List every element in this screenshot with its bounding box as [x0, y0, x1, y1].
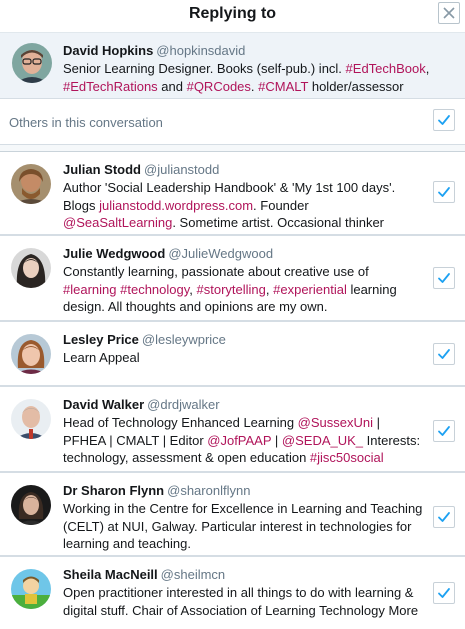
close-icon	[443, 7, 455, 19]
bio-link[interactable]: #CMALT	[258, 79, 308, 94]
user-handle[interactable]: @lesleywprice	[142, 332, 226, 347]
bio-text: Head of Technology Enhanced Learning	[63, 415, 298, 430]
bio-link[interactable]: #EdTechBook	[346, 61, 426, 76]
avatar	[11, 164, 51, 204]
list-item: Sheila MacNeill @sheilmcn Open practition…	[0, 557, 465, 629]
bio-text: Working in the Centre for Excellence in …	[63, 501, 423, 551]
user-bio: Constantly learning, passionate about cr…	[63, 263, 425, 316]
avatar	[11, 569, 51, 609]
user-checkbox[interactable]	[433, 181, 455, 203]
user-bio: Learn Appeal	[63, 349, 425, 367]
user-handle[interactable]: @drdjwalker	[147, 397, 219, 412]
main-user-row: David Hopkins @hopkinsdavid Senior Learni…	[0, 33, 465, 99]
bio-link[interactable]: #storytelling	[197, 282, 266, 297]
user-name[interactable]: David Walker	[63, 397, 144, 412]
section-divider	[0, 145, 465, 152]
user-checkbox[interactable]	[433, 582, 455, 604]
user-bio: Open practitioner interested in all thin…	[63, 584, 425, 619]
checkmark-icon	[438, 512, 450, 522]
user-name[interactable]: Sheila MacNeill	[63, 567, 158, 582]
dialog-title: Replying to	[188, 5, 277, 22]
bio-text: Open practitioner interested in all thin…	[63, 585, 419, 618]
user-handle[interactable]: @sharonlflynn	[167, 483, 250, 498]
list-item: Julian Stodd @julianstodd Author 'Social …	[0, 152, 465, 236]
bio-link[interactable]: #QRCodes	[187, 79, 251, 94]
others-label: Others in this conversation	[9, 115, 163, 130]
user-checkbox[interactable]	[433, 506, 455, 528]
bio-link[interactable]: #learning	[63, 282, 117, 297]
list-item: Julie Wedgwood @JulieWedgwood Constantly …	[0, 236, 465, 322]
bio-text: ,	[189, 281, 197, 297]
user-bio: Author 'Social Leadership Handbook' & 'M…	[63, 179, 425, 232]
checkmark-icon	[438, 273, 450, 283]
bio-link[interactable]: #experiential	[273, 282, 347, 297]
user-info: David Walker @drdjwalker Head of Technolo…	[63, 396, 425, 467]
bio-text: Senior Learning Designer. Books (self-pu…	[63, 61, 346, 76]
user-bio: Head of Technology Enhanced Learning @Su…	[63, 414, 425, 467]
user-name[interactable]: Lesley Price	[63, 332, 139, 347]
avatar	[11, 334, 51, 374]
bio-text: Learn Appeal	[63, 350, 140, 365]
user-handle[interactable]: @JulieWedgwood	[168, 246, 273, 261]
user-name[interactable]: Dr Sharon Flynn	[63, 483, 164, 498]
others-in-conversation-row[interactable]: Others in this conversation	[0, 99, 465, 145]
user-info: Julie Wedgwood @JulieWedgwood Constantly …	[63, 245, 425, 316]
avatar	[11, 248, 51, 288]
list-item: David Walker @drdjwalker Head of Technolo…	[0, 387, 465, 473]
bio-link[interactable]: @JofPAAP	[207, 433, 271, 448]
list-item: Dr Sharon Flynn @sharonlflynn Working in …	[0, 473, 465, 557]
user-name[interactable]: Julie Wedgwood	[63, 246, 165, 261]
user-checkbox[interactable]	[433, 420, 455, 442]
bio-text: ,	[425, 61, 430, 76]
checkmark-icon	[438, 115, 450, 125]
user-info: Dr Sharon Flynn @sharonlflynn Working in …	[63, 482, 425, 553]
user-name[interactable]: David Hopkins	[63, 43, 153, 58]
user-bio: Senior Learning Designer. Books (self-pu…	[63, 60, 445, 95]
bio-text: and	[157, 78, 187, 94]
user-info: Julian Stodd @julianstodd Author 'Social …	[63, 161, 425, 232]
user-name[interactable]: Julian Stodd	[63, 162, 141, 177]
checkmark-icon	[438, 187, 450, 197]
user-checkbox[interactable]	[433, 343, 455, 365]
close-button[interactable]	[438, 2, 460, 24]
avatar	[11, 399, 51, 439]
checkmark-icon	[438, 349, 450, 359]
bio-link[interactable]: julianstodd.wordpress.com	[99, 198, 253, 213]
user-bio: Working in the Centre for Excellence in …	[63, 500, 425, 553]
bio-link[interactable]: #EdTechRations	[63, 79, 158, 94]
avatar	[12, 43, 52, 83]
checkmark-icon	[438, 588, 450, 598]
bio-text: . Sometime artist. Occasional thinker	[172, 215, 385, 230]
user-info: Sheila MacNeill @sheilmcn Open practition…	[63, 566, 425, 619]
bio-text: . Founder	[253, 197, 309, 213]
user-info: Lesley Price @lesleywprice Learn Appeal	[63, 331, 425, 367]
dialog-header: Replying to	[0, 0, 465, 33]
user-handle[interactable]: @julianstodd	[144, 162, 219, 177]
avatar	[11, 485, 51, 525]
user-handle[interactable]: @sheilmcn	[161, 567, 226, 582]
user-checkbox[interactable]	[433, 267, 455, 289]
main-user-info: David Hopkins @hopkinsdavid Senior Learni…	[63, 42, 445, 95]
bio-link[interactable]: #jisc50social	[310, 450, 384, 465]
bio-link[interactable]: @SeaSaltLearning	[63, 215, 172, 230]
bio-text: |	[271, 432, 282, 448]
others-checkbox[interactable]	[433, 109, 455, 131]
bio-link[interactable]: #technology	[120, 282, 189, 297]
checkmark-icon	[438, 426, 450, 436]
bio-link[interactable]: @SEDA_UK_	[282, 433, 363, 448]
list-item: Lesley Price @lesleywprice Learn Appeal	[0, 322, 465, 387]
bio-text: holder/assessor	[308, 78, 404, 94]
user-handle[interactable]: @hopkinsdavid	[156, 43, 245, 58]
bio-text: Constantly learning, passionate about cr…	[63, 264, 369, 279]
bio-link[interactable]: @SussexUni	[298, 415, 373, 430]
